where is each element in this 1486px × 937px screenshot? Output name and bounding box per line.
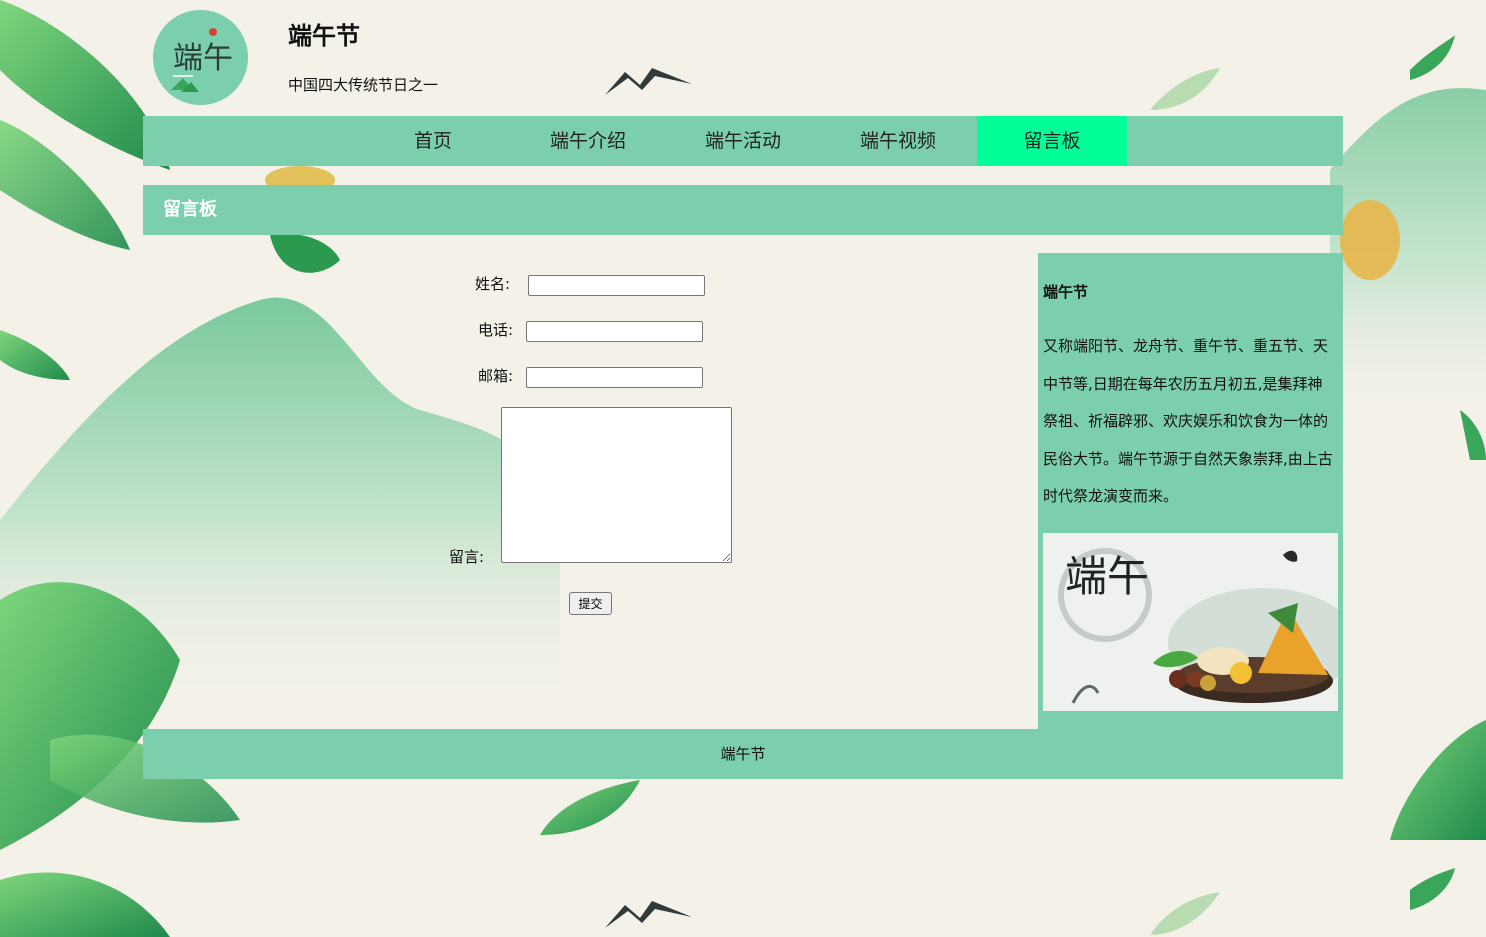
section-title: 留言板 bbox=[163, 199, 217, 220]
email-label: 邮箱: bbox=[478, 367, 514, 385]
nav-item-activities[interactable]: 端午活动 bbox=[668, 116, 818, 166]
nav-item-guestbook[interactable]: 留言板 bbox=[977, 116, 1127, 166]
name-label: 姓名: bbox=[475, 275, 511, 293]
email-input[interactable] bbox=[526, 367, 703, 388]
site-logo: 端午 bbox=[153, 10, 248, 105]
section-header: 留言板 bbox=[143, 185, 1343, 235]
site-header: 端午 端午节 中国四大传统节日之一 bbox=[143, 0, 1343, 116]
dragon-boat-image: 端午 bbox=[1043, 533, 1338, 711]
main-nav: 首页 端午介绍 端午活动 端午视频 留言板 bbox=[143, 116, 1343, 166]
logo-text: 端午 bbox=[173, 41, 233, 76]
sidebar: 端午节 又称端阳节、龙舟节、重午节、重五节、天中节等,日期在每年农历五月初五,是… bbox=[1038, 253, 1343, 729]
message-label: 留言: bbox=[449, 548, 485, 566]
site-title: 端午节 bbox=[288, 22, 360, 50]
nav-item-intro[interactable]: 端午介绍 bbox=[513, 116, 663, 166]
footer-text: 端午节 bbox=[720, 745, 766, 763]
sidebar-text: 又称端阳节、龙舟节、重午节、重五节、天中节等,日期在每年农历五月初五,是集拜神祭… bbox=[1043, 337, 1333, 506]
site-subtitle: 中国四大传统节日之一 bbox=[288, 76, 439, 94]
site-footer: 端午节 bbox=[143, 729, 1343, 779]
image-calligraphy: 端午 bbox=[1065, 552, 1149, 601]
phone-label: 电话: bbox=[478, 321, 514, 339]
sidebar-title: 端午节 bbox=[1043, 283, 1089, 301]
page-container: 端午 端午节 中国四大传统节日之一 首页 端午介绍 端午活动 端午视频 留言板 … bbox=[143, 0, 1343, 779]
phone-input[interactable] bbox=[526, 321, 703, 342]
message-textarea[interactable] bbox=[501, 407, 732, 563]
name-input[interactable] bbox=[528, 275, 705, 296]
nav-item-home[interactable]: 首页 bbox=[358, 116, 508, 166]
nav-item-videos[interactable]: 端午视频 bbox=[823, 116, 973, 166]
guestbook-form: 姓名: 电话: 邮箱: 留言: 提交 bbox=[143, 253, 1038, 729]
submit-button[interactable]: 提交 bbox=[569, 592, 612, 615]
